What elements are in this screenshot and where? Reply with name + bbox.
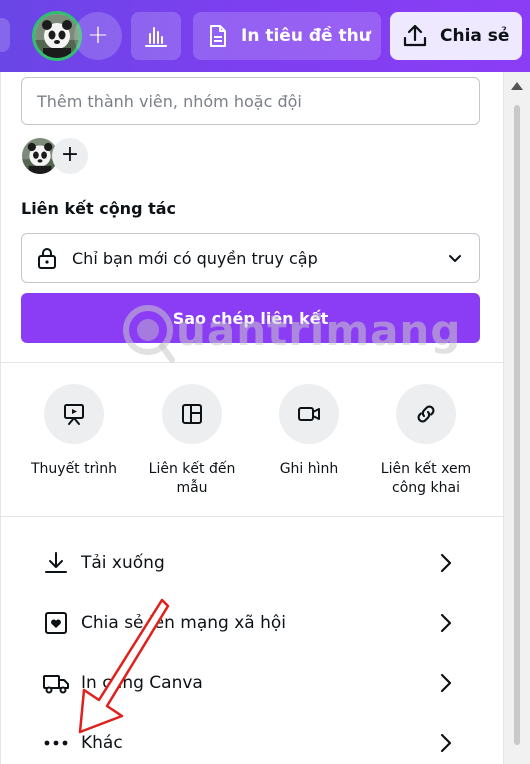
upload-icon [403,24,427,47]
row-more-label: Khác [81,733,123,753]
add-members-input[interactable]: Thêm thành viên, nhóm hoặc đội [21,77,480,125]
access-level-select[interactable]: Chỉ bạn mới có quyền truy cập [21,233,480,283]
add-collaborator-button[interactable]: + [74,12,122,60]
row-download[interactable]: Tải xuống [0,534,504,592]
option-public-view-link[interactable]: Liên kết xem công khai [368,384,484,498]
print-letterhead-label: In tiêu đề thư [241,26,371,46]
chevron-down-icon [449,255,461,262]
option-record-label: Ghi hình [279,461,339,477]
top-toolbar: + In tiêu đề thư Chia sẻ [0,0,530,72]
share-button[interactable]: Chia sẻ [390,12,522,60]
chevron-right-icon [440,553,452,573]
add-member-button[interactable]: + [52,138,88,174]
option-public-view-link-label: Liên kết xem công khai [380,461,472,496]
template-icon [182,404,202,424]
download-icon [42,549,70,577]
row-social-share-label: Chia sẻ lên mạng xã hội [81,613,286,633]
video-camera-icon [298,407,320,421]
heart-box-icon [42,609,70,637]
print-letterhead-button[interactable]: In tiêu đề thư [193,12,381,60]
truck-icon [42,669,70,697]
option-presentation-label: Thuyết trình [30,461,118,477]
document-icon [210,25,226,47]
row-more[interactable]: Khác [0,714,504,764]
panda-avatar-icon [35,14,79,58]
link-icon [417,405,435,423]
row-social-share[interactable]: Chia sẻ lên mạng xã hội [0,594,504,652]
scroll-up-arrow-icon[interactable] [511,82,523,90]
add-members-placeholder: Thêm thành viên, nhóm hoặc đội [37,91,302,111]
bar-chart-icon [145,27,167,47]
toolbar-left-button[interactable] [0,18,10,52]
row-print-canva[interactable]: In cùng Canva [0,654,504,712]
option-presentation-circle[interactable] [44,384,104,444]
insights-button[interactable] [131,12,181,60]
option-record[interactable]: Ghi hình [251,384,367,479]
row-download-label: Tải xuống [81,553,165,573]
divider [0,516,504,517]
scrollbar-thumb[interactable] [514,105,520,745]
option-public-view-link-circle[interactable] [396,384,456,444]
option-record-circle[interactable] [279,384,339,444]
more-dots-icon [42,729,70,757]
row-print-canva-label: In cùng Canva [81,673,203,693]
share-label: Chia sẻ [440,26,510,46]
copy-link-label: Sao chép liên kết [172,308,329,328]
copy-link-button[interactable]: Sao chép liên kết [21,293,480,343]
access-level-value: Chỉ bạn mới có quyền truy cập [72,248,318,268]
divider [0,362,504,363]
collab-link-title: Liên kết cộng tác [21,199,177,218]
option-presentation[interactable]: Thuyết trình [16,384,132,479]
chevron-right-icon [440,613,452,633]
option-template-link-label: Liên kết đến mẫu [148,461,236,496]
lock-icon [38,248,56,269]
option-template-link[interactable]: Liên kết đến mẫu [134,384,250,498]
presentation-icon [64,404,84,425]
option-template-link-circle[interactable] [162,384,222,444]
chevron-right-icon [440,673,452,693]
chevron-right-icon [440,733,452,753]
